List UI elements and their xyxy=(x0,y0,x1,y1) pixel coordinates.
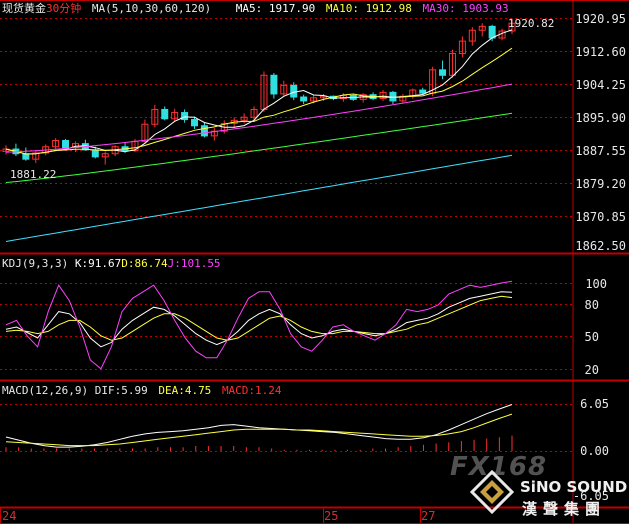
macd-tick: -6.05 xyxy=(572,489,609,503)
ma-params: MA(5,10,30,60,120) xyxy=(91,2,212,15)
price-tick: 1862.50 xyxy=(575,239,626,253)
candle-body xyxy=(290,84,298,98)
ma30-line xyxy=(5,83,513,153)
price-tick: 1887.55 xyxy=(575,144,626,158)
ma10-value: MA10: 1912.98 xyxy=(325,2,412,15)
kdj-j-value: J:101.55 xyxy=(167,257,221,270)
macd-dea-value: DEA:4.75 xyxy=(158,384,212,397)
kdj-k-value: K:91.67 xyxy=(74,257,122,270)
macd-header: MACD(12,26,9) DIF:5.99 DEA:4.75 MACD:1.2… xyxy=(2,384,282,397)
date-label: 27 xyxy=(421,509,436,523)
macd-hist-value: MACD:1.24 xyxy=(221,384,282,397)
period-label: 30分钟 xyxy=(46,2,82,15)
low-annotation: 1881.22 xyxy=(10,168,57,181)
ma10-line xyxy=(5,47,513,155)
candle-body xyxy=(270,74,278,95)
price-tick: 1904.25 xyxy=(575,78,626,92)
kdj-params: KDJ(9,3,3) xyxy=(2,257,69,270)
price-tick: 1895.90 xyxy=(575,111,626,125)
ma30-value: MA30: 1903.93 xyxy=(422,2,509,15)
kdj-tick: 50 xyxy=(584,330,599,344)
kdj-tick: 80 xyxy=(584,298,599,312)
macd-dif-line xyxy=(5,404,513,448)
candle-body xyxy=(181,112,189,121)
kdj-tick: 100 xyxy=(585,277,607,291)
macd-tick: 0.00 xyxy=(580,444,609,458)
candle-body xyxy=(200,125,208,137)
candle-body xyxy=(419,89,427,94)
candle-body xyxy=(91,149,99,158)
candle-body xyxy=(191,119,199,127)
date-label: 24 xyxy=(2,509,17,523)
high-annotation: 1920.82 xyxy=(508,17,555,30)
price-tick: 1912.60 xyxy=(575,45,626,59)
macd-params: MACD(12,26,9) xyxy=(2,384,89,397)
macd-dea-line xyxy=(5,413,513,447)
kdj-header: KDJ(9,3,3) K:91.67D:86.74J:101.55 xyxy=(2,257,221,270)
kdj-d-value: D:86.74 xyxy=(121,257,168,270)
ma5-value: MA5: 1917.90 xyxy=(235,2,316,15)
macd-tick: 6.05 xyxy=(580,397,609,411)
candle-body xyxy=(488,25,496,39)
candle-body xyxy=(22,153,30,160)
date-label: 25 xyxy=(324,509,339,523)
candle-body xyxy=(161,108,169,120)
instrument-name: 现货黄金 xyxy=(2,2,46,15)
price-tick: 1879.20 xyxy=(575,177,626,191)
kline-chart-window: 现货黄金30分钟 MA(5,10,30,60,120) MA5: 1917.90… xyxy=(0,0,629,524)
ma120-line xyxy=(5,154,513,242)
price-tick: 1870.85 xyxy=(575,210,626,224)
candle-body xyxy=(62,140,70,149)
macd-dif-value: DIF:5.99 xyxy=(94,384,148,397)
main-header: 现货黄金30分钟 MA(5,10,30,60,120) MA5: 1917.90… xyxy=(2,2,509,15)
price-tick: 1920.95 xyxy=(575,12,626,26)
sinosound-logo-icon xyxy=(470,470,514,514)
candle-body xyxy=(300,96,308,102)
candle-body xyxy=(439,69,447,76)
kdj-tick: 20 xyxy=(584,363,599,377)
